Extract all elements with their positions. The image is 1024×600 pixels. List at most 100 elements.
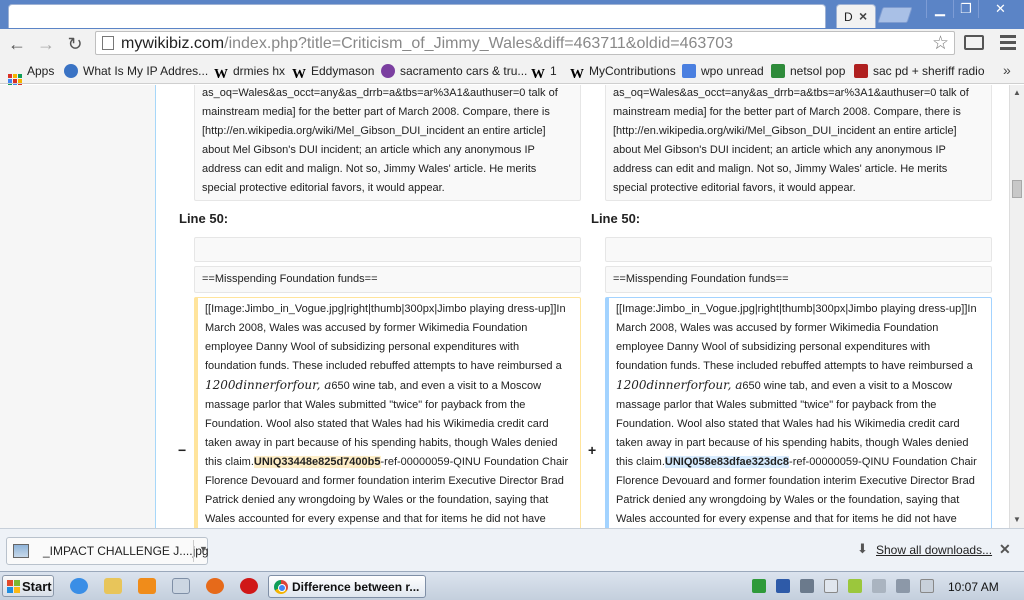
bookmark-1[interactable]: W1 (531, 64, 557, 82)
firefox-icon[interactable] (206, 578, 224, 594)
active-tab[interactable]: D × (836, 4, 876, 28)
image-file-icon (13, 544, 29, 558)
download-arrow-icon: ⬇ (857, 541, 868, 556)
diff-table: as_oq=Wales&as_occt=any&as_drrb=a&tbs=ar… (155, 85, 1009, 528)
peace-icon (381, 64, 395, 78)
check-icon[interactable] (848, 579, 862, 593)
bookmark-label: What Is My IP Addres... (83, 64, 209, 78)
section-heading: ==Misspending Foundation funds== (613, 273, 789, 285)
divider (193, 540, 194, 562)
url-host: mywikibiz.com (121, 35, 225, 52)
reload-icon[interactable]: ↻ (64, 33, 86, 55)
vertical-scrollbar[interactable]: ▲ ▼ (1009, 85, 1024, 528)
added-line-cell: [[Image:Jimbo_in_Vogue.jpg|right|thumb|3… (605, 297, 992, 528)
empty-context-cell-right (605, 237, 992, 262)
printer-icon[interactable] (800, 579, 814, 593)
system-tray: 10:07 AM (748, 575, 1022, 598)
bookmark-label: 1 (550, 64, 557, 78)
bookmark-label: Apps (27, 64, 55, 78)
back-icon[interactable]: ← (6, 33, 28, 55)
bookmark-star-icon[interactable]: ☆ (932, 32, 949, 55)
line-number-left: Line 50: (179, 211, 229, 226)
context-cell-left: as_oq=Wales&as_occt=any&as_drrb=a&tbs=ar… (194, 85, 581, 201)
empty-context-cell-left (194, 237, 581, 262)
usb-icon[interactable] (824, 579, 838, 593)
bookmark-label: drmies hx (233, 64, 286, 78)
bookmark-wpo-unread[interactable]: wpo unread (682, 64, 764, 78)
notepad-icon[interactable] (172, 578, 190, 594)
folder-icon[interactable] (104, 578, 122, 594)
bookmark-label: Eddymason (311, 64, 375, 78)
diff-deleted-marker: − (178, 442, 187, 458)
ie-icon[interactable] (70, 578, 88, 594)
context-cell-right: as_oq=Wales&as_occt=any&as_drrb=a&tbs=ar… (605, 85, 992, 201)
paragraph-text: 650 wine tab, and even a visit to a Mosc… (205, 380, 558, 468)
taskbar-chrome-window[interactable]: Difference between r... (268, 575, 426, 598)
bookmark-sacramento-cars[interactable]: sacramento cars & tru... (381, 64, 527, 78)
address-bar[interactable]: mywikibiz.com/index.php?title=Criticism_… (95, 31, 955, 55)
bookmark-mycontributions[interactable]: W MyContributions (570, 64, 676, 82)
wikipedia-icon: W (292, 67, 306, 82)
minimize-button[interactable]: ▁ (926, 0, 953, 18)
close-window-button[interactable]: ✕ (978, 0, 1022, 18)
url-text[interactable]: mywikibiz.com/index.php?title=Criticism_… (121, 35, 733, 53)
wikipedia-icon: W (531, 67, 545, 82)
volume-icon[interactable] (872, 579, 886, 593)
download-shelf: _IMPACT CHALLENGE J....jpg ▼ ⬇ Show all … (0, 528, 1024, 571)
heading-cell-left: ==Misspending Foundation funds== (194, 266, 581, 293)
bookmark-label: MyContributions (589, 64, 676, 78)
math-render: 1200dinnerforfour, a (616, 378, 743, 392)
diff-added-marker: + (588, 442, 597, 458)
signal-icon[interactable] (896, 579, 910, 593)
math-render: 1200dinnerforfour, a (205, 378, 332, 392)
google-icon (682, 64, 696, 78)
heading-cell-right: ==Misspending Foundation funds== (605, 266, 992, 293)
bookmark-eddymason[interactable]: W Eddymason (292, 64, 375, 82)
tab-title: D (844, 10, 853, 24)
opera-icon[interactable] (240, 578, 258, 594)
taskbar-window-title: Difference between r... (292, 580, 420, 594)
security-icon[interactable] (752, 579, 766, 593)
media-player-icon[interactable] (138, 578, 156, 594)
cast-icon[interactable] (964, 35, 984, 50)
forward-icon[interactable]: → (35, 33, 57, 55)
paragraph-text: 650 wine tab, and even a visit to a Mosc… (616, 380, 969, 468)
bookmark-label: netsol pop (790, 64, 846, 78)
scroll-down-icon[interactable]: ▼ (1013, 515, 1021, 524)
start-button[interactable]: Start (2, 575, 54, 597)
page-icon (102, 36, 114, 50)
radio-icon (854, 64, 868, 78)
url-path: /index.php?title=Criticism_of_Jimmy_Wale… (224, 35, 734, 52)
windows-taskbar: Start Difference between r... 10:07 AM (0, 571, 1024, 600)
show-all-downloads-link[interactable]: Show all downloads... (876, 543, 992, 557)
restore-button[interactable]: ❐ (953, 0, 978, 18)
page-viewport: as_oq=Wales&as_occt=any&as_drrb=a&tbs=ar… (0, 85, 1009, 528)
clock[interactable]: 10:07 AM (948, 580, 999, 594)
bookmark-sac-pd-radio[interactable]: sac pd + sheriff radio (854, 64, 985, 78)
dropdown-caret-icon[interactable]: ▼ (199, 544, 208, 554)
close-shelf-icon[interactable]: ✕ (999, 541, 1011, 558)
context-text: as_oq=Wales&as_occt=any&as_drrb=a&tbs=ar… (613, 87, 969, 194)
flag-icon[interactable] (920, 579, 934, 593)
scrollbar-thumb[interactable] (1012, 180, 1022, 198)
menu-icon[interactable] (1000, 35, 1016, 53)
context-text: as_oq=Wales&as_occt=any&as_drrb=a&tbs=ar… (202, 87, 558, 194)
new-tab-button[interactable] (877, 7, 913, 23)
paragraph-text: [[Image:Jimbo_in_Vogue.jpg|right|thumb|3… (205, 303, 566, 372)
blank-tab[interactable] (8, 4, 826, 28)
section-heading: ==Misspending Foundation funds== (202, 273, 378, 285)
bookmarks-overflow-icon[interactable]: » (1003, 62, 1011, 78)
line-number-right: Line 50: (591, 211, 641, 226)
download-file-name: _IMPACT CHALLENGE J....jpg (43, 544, 209, 558)
scroll-up-icon[interactable]: ▲ (1013, 88, 1021, 97)
bookmark-netsol-pop[interactable]: netsol pop (771, 64, 845, 78)
bookmark-drmies-hx[interactable]: Wdrmies hx (214, 64, 286, 82)
download-item[interactable]: _IMPACT CHALLENGE J....jpg ▼ (6, 537, 209, 565)
bookmark-what-is-my-ip[interactable]: What Is My IP Addres... (64, 64, 208, 78)
windows-flag-icon (7, 580, 20, 593)
bookmark-label: wpo unread (701, 64, 764, 78)
network-app-icon[interactable] (776, 579, 790, 593)
tab-close-icon[interactable]: × (859, 8, 867, 24)
paragraph-text: [[Image:Jimbo_in_Vogue.jpg|right|thumb|3… (616, 303, 977, 372)
start-label: Start (22, 579, 52, 594)
